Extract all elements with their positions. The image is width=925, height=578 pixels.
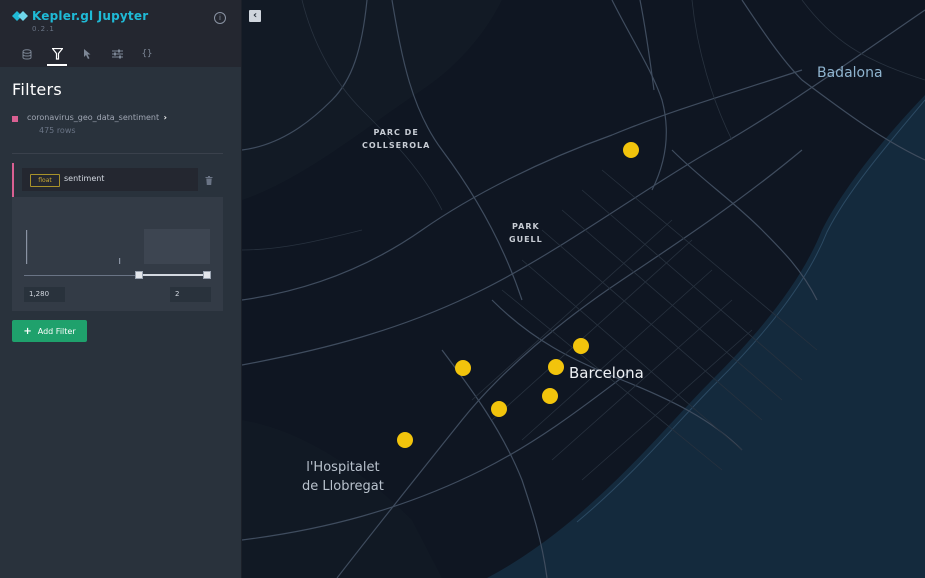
range-min-input[interactable]: 1,280	[24, 287, 65, 302]
label-park-guell: PARK GUELL	[509, 220, 543, 246]
layers-icon	[22, 48, 32, 59]
map-point[interactable]	[623, 142, 639, 158]
label-parc-collserola: PARC DE COLLSEROLA	[362, 126, 430, 152]
dataset-name: coronavirus_geo_data_sentiment ›	[27, 113, 167, 122]
field-selector[interactable]: float sentiment	[22, 168, 198, 191]
side-panel: Kepler.gl Jupyter 0.2.1 i {} Filters cor…	[0, 0, 242, 578]
tab-basemap[interactable]	[102, 44, 132, 64]
histogram-bar	[26, 230, 28, 264]
braces-icon: {}	[141, 49, 153, 59]
histogram-selection-area	[144, 229, 210, 264]
pointer-icon	[83, 49, 90, 59]
filter-card: float sentiment 1,280 2	[12, 163, 223, 311]
label-badalona: Badalona	[817, 65, 883, 81]
panel-tabs: {}	[12, 44, 162, 66]
slider-handle-max[interactable]	[203, 271, 211, 279]
label-hospitalet-line1: l'Hospitalet	[306, 460, 380, 475]
tab-filters[interactable]	[42, 44, 72, 66]
field-type-badge: float	[30, 174, 60, 187]
filter-icon	[51, 48, 63, 60]
trash-icon[interactable]	[205, 176, 213, 185]
dataset-row-count: 475 rows	[39, 126, 76, 135]
label-hospitalet-line2: de Llobregat	[302, 479, 384, 494]
slider-handle-min[interactable]	[134, 271, 143, 279]
add-filter-button[interactable]: + Add Filter	[12, 320, 87, 342]
panel-header: Kepler.gl Jupyter 0.2.1 i {}	[0, 0, 241, 67]
filter-dataset-color-bar	[12, 163, 14, 197]
field-name: sentiment	[64, 174, 105, 183]
divider	[12, 153, 223, 154]
slider-selected-range	[138, 274, 207, 276]
plus-icon: +	[23, 325, 32, 337]
chevron-left-icon: ‹	[252, 10, 258, 21]
tab-interactions[interactable]	[72, 44, 102, 64]
app-title: Kepler.gl Jupyter	[32, 9, 149, 23]
label-park-line1: PARK	[512, 222, 540, 231]
dataset-color-swatch	[12, 116, 18, 122]
tab-config[interactable]: {}	[132, 44, 162, 64]
panel-title: Filters	[12, 80, 63, 99]
label-barcelona: Barcelona	[569, 364, 644, 382]
label-parc-line1: PARC DE	[373, 128, 419, 137]
map-point[interactable]	[455, 360, 471, 376]
label-park-line2: GUELL	[509, 235, 543, 244]
range-slider[interactable]	[24, 271, 211, 281]
info-icon[interactable]: i	[214, 12, 226, 24]
kepler-logo-icon	[12, 11, 28, 21]
histogram-bar	[119, 258, 121, 264]
collapse-panel-button[interactable]: ‹	[249, 10, 261, 22]
map-point[interactable]	[542, 388, 558, 404]
sliders-icon	[111, 49, 123, 59]
dataset-name-text: coronavirus_geo_data_sentiment	[27, 113, 160, 122]
chevron-right-icon: ›	[163, 113, 167, 122]
tab-layers[interactable]	[12, 44, 42, 64]
map-view[interactable]: Badalona PARC DE COLLSEROLA PARK GUELL B…	[242, 0, 925, 578]
histogram	[26, 229, 210, 264]
label-parc-line2: COLLSEROLA	[362, 141, 431, 150]
map-point[interactable]	[573, 338, 589, 354]
range-max-input[interactable]: 2	[170, 287, 211, 302]
map-point[interactable]	[548, 359, 564, 375]
app-version: 0.2.1	[32, 25, 55, 33]
map-point[interactable]	[491, 401, 507, 417]
map-point[interactable]	[397, 432, 413, 448]
filter-header: float sentiment	[12, 163, 223, 197]
app-logo: Kepler.gl Jupyter	[12, 9, 148, 23]
add-filter-label: Add Filter	[37, 326, 76, 336]
label-hospitalet: l'Hospitalet de Llobregat	[302, 458, 384, 496]
